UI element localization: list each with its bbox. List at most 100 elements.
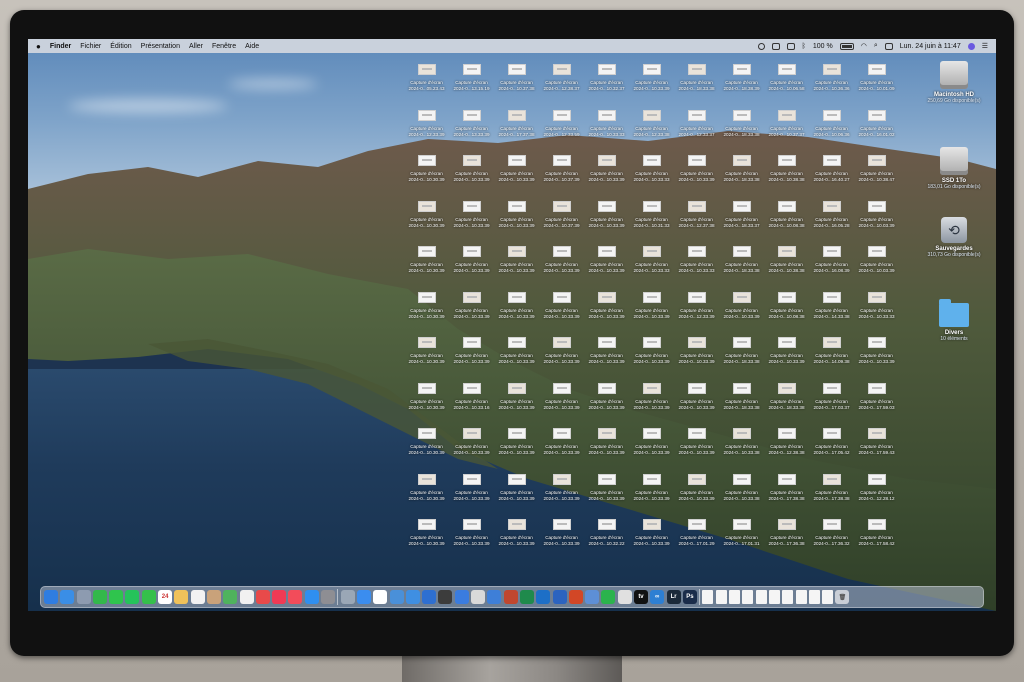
dock-document-icon[interactable] (808, 590, 820, 604)
notes-icon[interactable] (174, 590, 189, 604)
screenshot-file[interactable]: Capture d'écran 2024-0...12.37.38 (674, 195, 719, 241)
screenshot-file[interactable]: Capture d'écran 2024-0...10.30.39 (404, 513, 449, 559)
lightroom-icon[interactable]: Lr (666, 590, 681, 604)
mail-icon[interactable] (356, 590, 371, 604)
screenshot-file[interactable]: Capture d'écran 2024-0...10.33.39 (494, 513, 539, 559)
screenshot-file[interactable]: Capture d'écran 2024-0...10.33.39 (494, 149, 539, 195)
screenshot-file[interactable]: Capture d'écran 2024-0...10.33.33 (584, 104, 629, 150)
screenshot-file[interactable]: Capture d'écran 2024-0...10.33.39 (674, 331, 719, 377)
calendar-icon[interactable]: 24 (158, 590, 173, 604)
photos-icon[interactable] (239, 590, 254, 604)
screenshot-file[interactable]: Capture d'écran 2024-0...10.33.39 (449, 240, 494, 286)
screenshot-file[interactable]: Capture d'écran 2024-0...14.33.38 (809, 286, 854, 332)
screenshot-file[interactable]: Capture d'écran 2024-0...10.30.39 (404, 377, 449, 423)
control-center-icon[interactable] (884, 42, 893, 50)
screenshot-file[interactable]: Capture d'écran 2024-0...10.33.33 (629, 149, 674, 195)
browser-icon[interactable] (405, 590, 420, 604)
screenshot-file[interactable]: Capture d'écran 2024-0...10.37.38 (494, 58, 539, 104)
volume-macintosh-hd[interactable]: Macintosh HD 250,69 Go disponible(s) (922, 61, 986, 104)
camera-icon[interactable] (503, 590, 518, 604)
screenshot-file[interactable]: Capture d'écran 2024-0...10.30.39 (404, 195, 449, 241)
screenshot-file[interactable]: Capture d'écran 2024-0...10.33.39 (584, 377, 629, 423)
screenshot-file[interactable]: Capture d'écran 2024-0...10.33.39 (449, 422, 494, 468)
screenshot-file[interactable]: Capture d'écran 2024-0...10.06.58 (764, 58, 809, 104)
volume-sauvegardes[interactable]: ⟲ Sauvegardes 310,73 Go disponible(s) (922, 217, 986, 258)
screenshot-file[interactable]: Capture d'écran 2024-0...17.59.03 (854, 377, 899, 423)
dock-document-icon[interactable] (822, 590, 834, 604)
screenshot-file[interactable]: Capture d'écran 2024-0...10.33.39 (449, 468, 494, 514)
screenshot-file[interactable]: Capture d'écran 2024-0...10.33.39 (674, 468, 719, 514)
screenshot-file[interactable]: Capture d'écran 2024-0...18.33.38 (719, 377, 764, 423)
screenshot-file[interactable]: Capture d'écran 2024-0...10.33.39 (539, 286, 584, 332)
dock-document-icon[interactable] (795, 590, 807, 604)
messages-icon[interactable] (109, 590, 124, 604)
screenshot-file[interactable]: Capture d'écran 2024-0...10.08.38 (764, 195, 809, 241)
folder-divers[interactable]: Divers 10 éléments (922, 299, 986, 342)
screenshot-file[interactable]: Capture d'écran 2024-0...17.37.38 (494, 104, 539, 150)
screenshot-file[interactable]: Capture d'écran 2024-0...17.03.37 (809, 377, 854, 423)
screenshot-file[interactable]: Capture d'écran 2024-0...10.33.39 (494, 468, 539, 514)
screenshot-file[interactable]: Capture d'écran 2024-0...10.33.39 (584, 195, 629, 241)
screenshot-file[interactable]: Capture d'écran 2024-0...10.33.39 (539, 240, 584, 286)
screenshot-file[interactable]: Capture d'écran 2024-0...17.01.29 (674, 513, 719, 559)
logo-icon[interactable] (617, 590, 632, 604)
reminders-icon[interactable] (190, 590, 205, 604)
screenshot-file[interactable]: Capture d'écran 2024-0...10.33.39 (494, 286, 539, 332)
screenshot-file[interactable]: Capture d'écran 2024-0...17.36.38 (764, 513, 809, 559)
screenshot-file[interactable]: Capture d'écran 2024-0...10.30.39 (404, 286, 449, 332)
menu-edition[interactable]: Édition (110, 43, 131, 50)
screenshot-file[interactable]: Capture d'écran 2024-0...10.33.39 (764, 331, 809, 377)
screenshot-file[interactable]: Capture d'écran 2024-0...10.33.39 (584, 422, 629, 468)
menu-presentation[interactable]: Présentation (141, 43, 180, 50)
screenshot-file[interactable]: Capture d'écran 2024-0...10.33.39 (719, 286, 764, 332)
screenshot-file[interactable]: Capture d'écran 2024-0...10.08.38 (764, 286, 809, 332)
dock-document-icon[interactable] (702, 590, 714, 604)
facetime2-icon[interactable] (601, 590, 616, 604)
finder-icon[interactable] (44, 590, 58, 604)
dock-document-icon[interactable] (782, 590, 794, 604)
screenshot-file[interactable]: Capture d'écran 2024-0...17.38.38 (764, 468, 809, 514)
display-icon[interactable] (771, 42, 780, 50)
screenshot-file[interactable]: Capture d'écran 2024-0...18.33.38 (719, 331, 764, 377)
screenshot-file[interactable]: Capture d'écran 2024-0...10.33.39 (629, 331, 674, 377)
screenshot-file[interactable]: Capture d'écran 2024-0...10.33.39 (539, 422, 584, 468)
vpn-icon[interactable] (373, 590, 388, 604)
outlook-icon[interactable] (536, 590, 551, 604)
screenshot-file[interactable]: Capture d'écran 2024-0...10.33.39 (584, 286, 629, 332)
photoshop-icon[interactable]: Ps (682, 590, 697, 604)
screenshot-file[interactable]: Capture d'écran 2024-0...18.33.38 (719, 104, 764, 150)
screenshot-file[interactable]: Capture d'écran 2024-0...10.33.39 (584, 331, 629, 377)
apple-tv-icon[interactable]: tv (633, 590, 648, 604)
menu-aller[interactable]: Aller (189, 43, 203, 50)
screenshot-file[interactable]: Capture d'écran 2024-0...16.40.27 (809, 149, 854, 195)
screenshot-file[interactable]: Capture d'écran 2024-0...16.08.39 (809, 240, 854, 286)
screenshot-file[interactable]: Capture d'écran 2024-0...10.33.39 (449, 286, 494, 332)
wifi-icon[interactable]: ◠ (861, 42, 867, 50)
screenshot-file[interactable]: Capture d'écran 2024-0...12.38.38 (764, 422, 809, 468)
infinity-icon[interactable]: ∞ (650, 590, 665, 604)
screenshot-file[interactable]: Capture d'écran 2024-0...10.33.39 (494, 377, 539, 423)
menubar-clock[interactable]: Lun. 24 juin à 11:47 (900, 43, 961, 50)
screenshot-file[interactable]: Capture d'écran 2024-0...10.36.36 (809, 58, 854, 104)
facetime-icon[interactable] (92, 590, 107, 604)
screenshot-file[interactable]: Capture d'écran 2024-0...10.33.39 (629, 513, 674, 559)
screenshot-file[interactable]: Capture d'écran 2024-0...17.01.31 (719, 513, 764, 559)
notification-icon[interactable]: ☰ (982, 42, 988, 50)
screenshot-file[interactable]: Capture d'écran 2024-0...12.33.39 (404, 104, 449, 150)
battery-icon[interactable] (839, 42, 854, 50)
system-settings-icon[interactable] (321, 590, 336, 604)
screenshot-file[interactable]: Capture d'écran 2024-0...10.33.33 (854, 286, 899, 332)
screenshot-file[interactable]: Capture d'écran 2024-0...10.33.39 (539, 377, 584, 423)
screenshot-file[interactable]: Capture d'écran 2024-0...10.37.37 (764, 104, 809, 150)
clock-icon[interactable] (438, 590, 453, 604)
screenshot-file[interactable]: Capture d'écran 2024-0...10.30.39 (404, 468, 449, 514)
screenshot-file[interactable]: Capture d'écran 2024-0...10.33.39 (539, 468, 584, 514)
screenshot-file[interactable]: Capture d'écran 2024-0...10.33.39 (854, 331, 899, 377)
screenshot-file[interactable]: Capture d'écran 2024-0...10.33.33 (674, 240, 719, 286)
dock-document-icon[interactable] (755, 590, 767, 604)
screenshot-file[interactable]: Capture d'écran 2024-0...13.33.39 (449, 104, 494, 150)
screenshot-file[interactable]: Capture d'écran 2024-0...12.33.38 (629, 104, 674, 150)
screenshot-file[interactable]: Capture d'écran 2024-0...10.33.39 (494, 422, 539, 468)
maps-icon[interactable] (223, 590, 238, 604)
chrome-icon[interactable] (389, 590, 404, 604)
